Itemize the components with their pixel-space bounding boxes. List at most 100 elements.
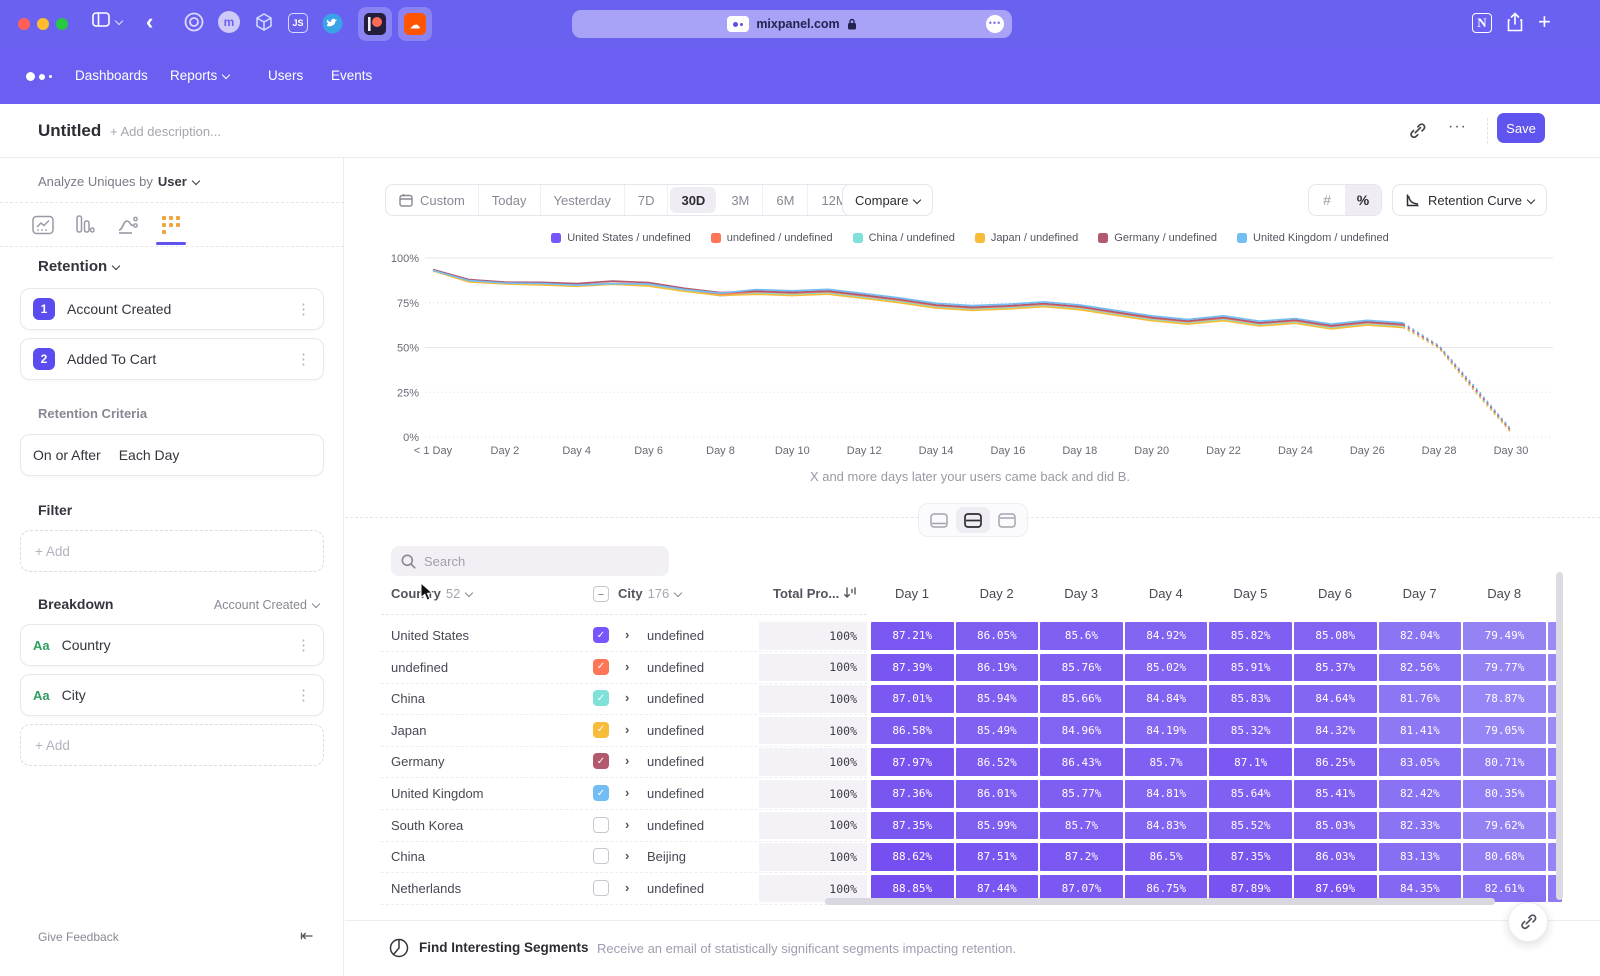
date-range-yesterday[interactable]: Yesterday xyxy=(541,185,625,215)
retention-cell[interactable]: 85.02% xyxy=(1125,654,1208,682)
value-mode-absolute[interactable]: # xyxy=(1309,185,1345,215)
analyze-uniques-row[interactable]: Analyze Uniques byUser xyxy=(38,174,199,189)
retention-cell[interactable]: 85.52% xyxy=(1209,812,1292,840)
nav-events[interactable]: Events xyxy=(331,68,372,83)
retention-cell[interactable]: 86.01% xyxy=(956,780,1039,808)
report-title[interactable]: Untitled xyxy=(38,121,101,141)
retention-cell[interactable]: 84.32% xyxy=(1294,717,1377,745)
date-range-7d[interactable]: 7D xyxy=(625,185,669,215)
retention-cell[interactable]: 83.13% xyxy=(1379,843,1462,871)
retention-cell[interactable]: 87.36% xyxy=(871,780,954,808)
retention-cell[interactable]: 85.32% xyxy=(1209,717,1292,745)
tab-retention[interactable] xyxy=(156,210,186,240)
date-range-6m[interactable]: 6M xyxy=(763,185,808,215)
sort-descending-icon[interactable] xyxy=(843,586,857,601)
expand-row-icon[interactable]: › xyxy=(625,722,629,737)
row-checkbox[interactable]: ✓ xyxy=(593,627,609,643)
layout-chart-only[interactable] xyxy=(922,507,956,533)
legend-item[interactable]: Japan / undefined xyxy=(975,232,1078,244)
retention-cell[interactable]: 81.41% xyxy=(1379,717,1462,745)
row-checkbox[interactable] xyxy=(593,880,609,896)
sidebar-toggle-icon[interactable] xyxy=(92,12,110,27)
criteria-on-or-after[interactable]: On or After xyxy=(33,447,101,463)
retention-cell[interactable]: 86.25% xyxy=(1294,748,1377,776)
row-checkbox[interactable]: ✓ xyxy=(593,785,609,801)
retention-cell[interactable]: 84.81% xyxy=(1125,780,1208,808)
tabs-chevron-icon[interactable] xyxy=(116,18,122,24)
retention-cell[interactable]: 85.37% xyxy=(1294,654,1377,682)
legend-item[interactable]: undefined / undefined xyxy=(711,232,833,244)
onepassword-icon[interactable] xyxy=(184,12,204,32)
col-day-3[interactable]: Day 3 xyxy=(1040,586,1122,601)
traffic-light-minimize[interactable] xyxy=(37,18,49,30)
add-filter-button[interactable]: + Add xyxy=(20,530,324,572)
soundcloud-icon[interactable]: ☁ xyxy=(398,7,432,41)
m-avatar-icon[interactable]: m xyxy=(218,11,240,33)
retention-cell[interactable]: 81.76% xyxy=(1379,685,1462,713)
legend-item[interactable]: United Kingdom / undefined xyxy=(1237,232,1389,244)
add-breakdown-button[interactable]: + Add xyxy=(20,724,324,766)
retention-cell[interactable]: 85.7% xyxy=(1040,812,1123,840)
retention-cell[interactable]: 82.56% xyxy=(1379,654,1462,682)
retention-cell[interactable]: 85.76% xyxy=(1040,654,1123,682)
layout-table-only[interactable] xyxy=(990,507,1024,533)
retention-cell[interactable]: 87.1% xyxy=(1209,748,1292,776)
date-range-30d[interactable]: 30D xyxy=(670,187,716,213)
retention-cell[interactable]: 86.19% xyxy=(956,654,1039,682)
legend-item[interactable]: United States / undefined xyxy=(551,232,691,244)
new-tab-icon[interactable]: + xyxy=(1538,9,1551,35)
retention-cell[interactable]: 82.42% xyxy=(1379,780,1462,808)
nav-reports[interactable]: Reports xyxy=(170,68,229,83)
col-day-6[interactable]: Day 6 xyxy=(1294,586,1376,601)
expand-row-icon[interactable]: › xyxy=(625,817,629,832)
collapse-sidebar-icon[interactable]: ⇤ xyxy=(300,926,313,946)
row-checkbox[interactable]: ✓ xyxy=(593,690,609,706)
notion-icon[interactable]: N xyxy=(1472,13,1492,33)
layout-split[interactable] xyxy=(956,507,990,533)
retention-cell[interactable]: 85.41% xyxy=(1294,780,1377,808)
col-day-4[interactable]: Day 4 xyxy=(1125,586,1207,601)
more-actions[interactable]: ··· xyxy=(1448,118,1467,136)
retention-cell[interactable]: 85.49% xyxy=(956,717,1039,745)
retention-cell[interactable]: 85.83% xyxy=(1209,685,1292,713)
compare-button[interactable]: Compare xyxy=(842,184,933,216)
retention-cell[interactable]: 82.04% xyxy=(1379,622,1462,650)
tab-funnels[interactable] xyxy=(70,210,100,240)
retention-cell[interactable]: 80.71% xyxy=(1463,748,1546,776)
retention-cell[interactable]: 83.05% xyxy=(1379,748,1462,776)
col-total[interactable]: Total Pro... xyxy=(773,586,839,601)
retention-cell[interactable]: 84.92% xyxy=(1125,622,1208,650)
expand-row-icon[interactable]: › xyxy=(625,659,629,674)
tab-flows[interactable] xyxy=(113,210,143,240)
chart-type-button[interactable]: Retention Curve xyxy=(1392,184,1547,216)
step-2-card[interactable]: 2 Added To Cart ⋮ xyxy=(20,338,324,380)
row-checkbox[interactable] xyxy=(593,848,609,864)
retention-cell[interactable]: 85.99% xyxy=(956,812,1039,840)
col-day-5[interactable]: Day 5 xyxy=(1209,586,1291,601)
retention-cell[interactable]: 84.83% xyxy=(1125,812,1208,840)
kebab-menu-icon[interactable]: ⋮ xyxy=(296,300,311,318)
retention-cell[interactable]: 85.6% xyxy=(1040,622,1123,650)
step-1-card[interactable]: 1 Account Created ⋮ xyxy=(20,288,324,330)
box-icon[interactable] xyxy=(254,12,274,32)
col-day-7[interactable]: Day 7 xyxy=(1379,586,1461,601)
retention-cell[interactable]: 87.35% xyxy=(1209,843,1292,871)
retention-cell[interactable]: 87.39% xyxy=(871,654,954,682)
row-checkbox[interactable]: ✓ xyxy=(593,722,609,738)
bird-icon[interactable] xyxy=(322,13,343,34)
retention-cell[interactable]: 87.21% xyxy=(871,622,954,650)
retention-cell[interactable]: 84.84% xyxy=(1125,685,1208,713)
retention-cell[interactable]: 86.05% xyxy=(956,622,1039,650)
retention-cell[interactable]: 88.62% xyxy=(871,843,954,871)
retention-cell[interactable]: 85.94% xyxy=(956,685,1039,713)
add-description[interactable]: + Add description... xyxy=(110,124,221,139)
mixpanel-logo[interactable] xyxy=(26,72,52,81)
retention-cell[interactable]: 84.96% xyxy=(1040,717,1123,745)
row-checkbox[interactable]: ✓ xyxy=(593,753,609,769)
date-range-3m[interactable]: 3M xyxy=(718,185,763,215)
kebab-menu-icon[interactable]: ⋮ xyxy=(296,636,311,654)
retention-section-title[interactable]: Retention xyxy=(38,258,119,275)
col-day-2[interactable]: Day 2 xyxy=(956,586,1038,601)
retention-cell[interactable]: 86.52% xyxy=(956,748,1039,776)
back-icon[interactable]: ‹ xyxy=(146,9,153,35)
